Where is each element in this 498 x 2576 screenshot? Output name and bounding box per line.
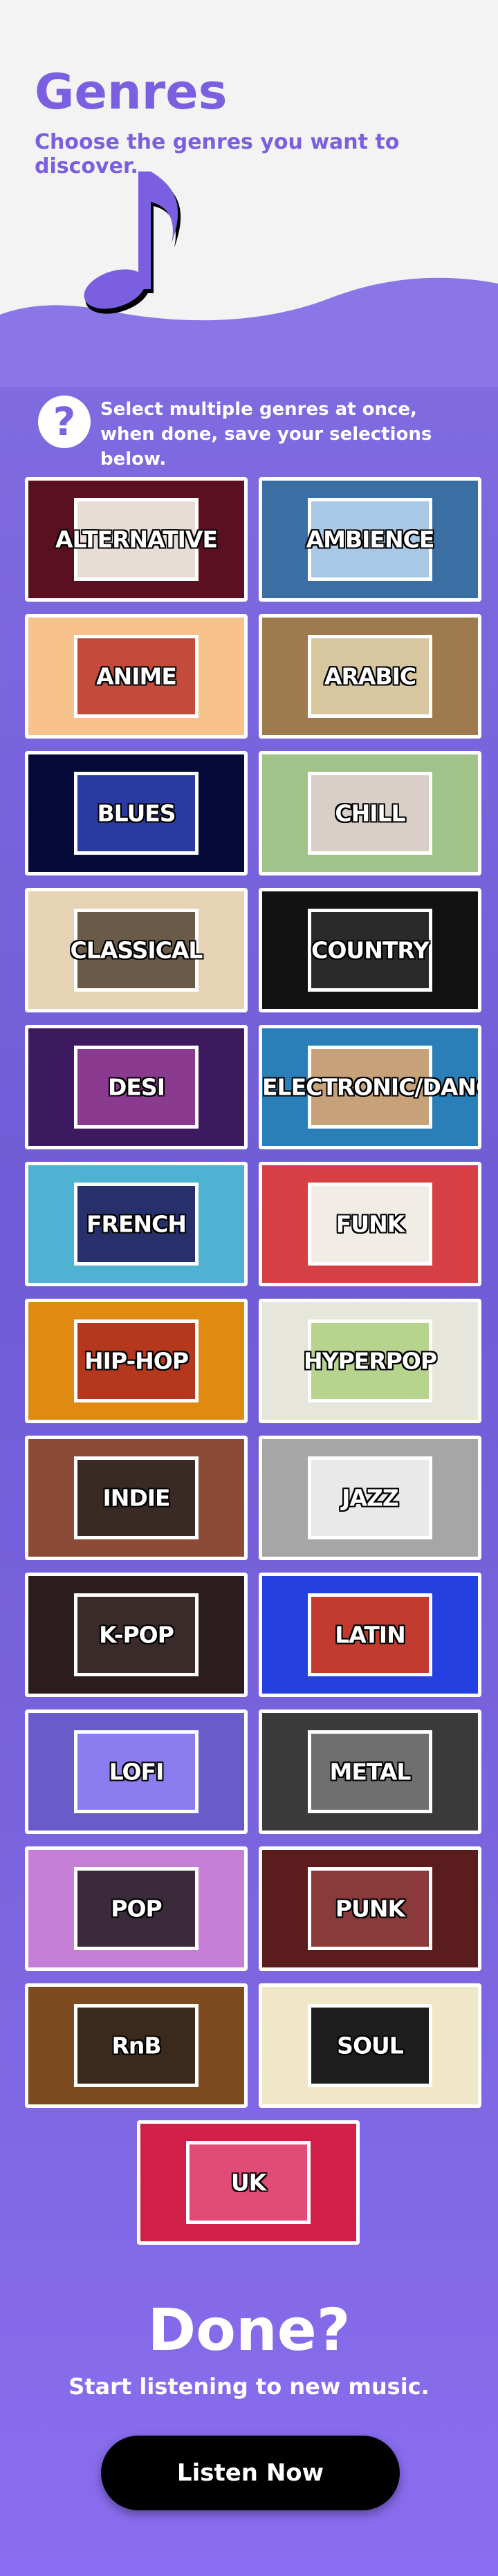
genre-label: SOUL (337, 2032, 404, 2059)
genre-label: UK (230, 2169, 266, 2196)
genre-tile-punk[interactable]: PUNK (259, 1846, 481, 1971)
genre-tile-hyperpop[interactable]: HYPERPOP (259, 1299, 481, 1423)
genre-tile-alternative[interactable]: ALTERNATIVE (25, 477, 248, 602)
done-subtitle: Start listening to new music. (68, 2373, 430, 2400)
question-icon[interactable]: ? (38, 396, 91, 448)
genre-label: LOFI (109, 1758, 165, 1786)
genre-tile-uk[interactable]: UK (137, 2120, 360, 2245)
help-line-2: when done, save your selections below. (100, 424, 432, 470)
genre-tile-hip-hop[interactable]: HIP-HOP (25, 1299, 248, 1423)
genre-tile-electronic-dance[interactable]: ELECTRONIC/DANCE (259, 1025, 481, 1149)
genre-label: JAZZ (342, 1484, 399, 1512)
genre-label: ALTERNATIVE (55, 526, 218, 553)
genre-tile-arabic[interactable]: ARABIC (259, 614, 481, 739)
header-background (0, 0, 498, 387)
genre-tile-rnb[interactable]: RnB (25, 1983, 248, 2108)
genre-tile-classical[interactable]: CLASSICAL (25, 888, 248, 1012)
help-row: ? Select multiple genres at once, when d… (38, 394, 481, 470)
genre-tile-indie[interactable]: INDIE (25, 1436, 248, 1560)
genre-label: HYPERPOP (303, 1347, 437, 1375)
genre-label: LATIN (335, 1621, 405, 1649)
genre-label: ARABIC (324, 662, 416, 690)
genre-tile-country[interactable]: COUNTRY (259, 888, 481, 1012)
genre-label: ANIME (96, 662, 177, 690)
genre-label: DESI (108, 1073, 165, 1101)
genre-tile-desi[interactable]: DESI (25, 1025, 248, 1149)
genre-tile-lofi[interactable]: LOFI (25, 1709, 248, 1834)
genre-label: FUNK (335, 1210, 405, 1238)
genre-tile-anime[interactable]: ANIME (25, 614, 248, 739)
genre-tile-chill[interactable]: CHILL (259, 751, 481, 875)
genre-tile-ambience[interactable]: AMBIENCE (259, 477, 481, 602)
genre-label: METAL (329, 1758, 412, 1786)
genre-label: BLUES (97, 799, 176, 827)
genre-tile-jazz[interactable]: JAZZ (259, 1436, 481, 1560)
genre-label: RnB (111, 2032, 161, 2059)
genre-tile-pop[interactable]: POP (25, 1846, 248, 1971)
done-title: Done? (147, 2296, 351, 2364)
genre-tile-latin[interactable]: LATIN (259, 1573, 481, 1697)
genre-label: CHILL (335, 799, 405, 827)
genre-label: ELECTRONIC/DANCE (262, 1073, 478, 1101)
help-line-1: Select multiple genres at once, (100, 399, 417, 420)
genre-tile-k-pop[interactable]: K-POP (25, 1573, 248, 1697)
help-text: Select multiple genres at once, when don… (100, 397, 488, 472)
genre-tile-french[interactable]: FRENCH (25, 1162, 248, 1286)
genre-label: INDIE (102, 1484, 170, 1512)
genre-tile-blues[interactable]: BLUES (25, 751, 248, 875)
listen-now-button[interactable]: Listen Now (101, 2436, 400, 2510)
genre-label: PUNK (335, 1895, 405, 1922)
genre-label: K-POP (99, 1621, 174, 1649)
genre-label: COUNTRY (311, 936, 430, 964)
genre-label: HIP-HOP (84, 1347, 189, 1375)
genre-tile-metal[interactable]: METAL (259, 1709, 481, 1834)
genre-tile-funk[interactable]: FUNK (259, 1162, 481, 1286)
music-note-icon (84, 172, 181, 314)
page-title: Genres (35, 64, 228, 120)
genre-label: FRENCH (86, 1210, 187, 1238)
genre-tile-soul[interactable]: SOUL (259, 1983, 481, 2108)
genre-label: AMBIENCE (306, 526, 435, 553)
genre-label: CLASSICAL (70, 936, 203, 964)
genre-label: POP (111, 1895, 162, 1922)
